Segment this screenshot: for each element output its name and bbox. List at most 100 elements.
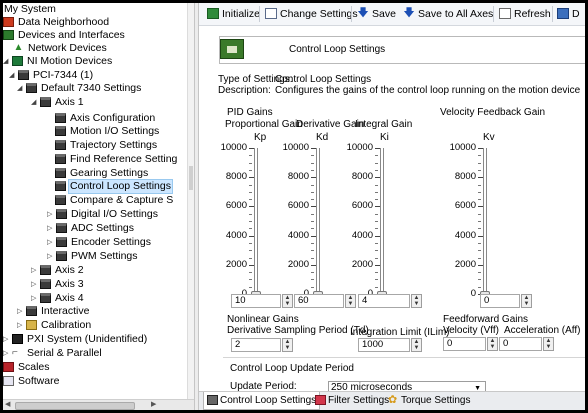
integration-limit-value[interactable]: 1000 bbox=[358, 338, 410, 352]
collapse-arrow-icon[interactable]: ◢ bbox=[3, 55, 12, 68]
acceleration-ff-value[interactable]: 0 bbox=[499, 337, 542, 351]
expand-arrow-icon[interactable]: ▷ bbox=[3, 333, 12, 346]
expand-arrow-icon[interactable]: ▷ bbox=[47, 222, 56, 235]
tree-horizontal-scrollbar[interactable]: ◀ ▶ bbox=[3, 399, 194, 410]
integration-limit-input[interactable]: 1000 ▲ ▼ bbox=[358, 338, 422, 352]
acceleration-ff-input[interactable]: 0 ▲ ▼ bbox=[499, 337, 554, 351]
tree-item[interactable]: Find Reference Setting bbox=[55, 153, 178, 166]
kp-slider[interactable]: 1000080006000400020000 bbox=[211, 143, 273, 309]
derivative-sampling-stepper[interactable]: ▲ ▼ bbox=[282, 338, 293, 352]
kv-input[interactable]: 0 ▲ ▼ bbox=[480, 294, 532, 308]
expand-arrow-icon[interactable]: ▷ bbox=[17, 319, 26, 332]
kp-stepper[interactable]: ▲ ▼ bbox=[282, 294, 293, 308]
ki-stepper[interactable]: ▲ ▼ bbox=[411, 294, 422, 308]
derivative-sampling-value[interactable]: 2 bbox=[231, 338, 281, 352]
tree-item[interactable]: Axis Configuration bbox=[55, 112, 156, 125]
tree-item[interactable]: ◢ PCI-7344 (1) bbox=[9, 69, 94, 82]
velocity-ff-input[interactable]: 0 ▲ ▼ bbox=[443, 337, 498, 351]
integration-limit-stepper[interactable]: ▲ ▼ bbox=[411, 338, 422, 352]
kd-input[interactable]: 60 ▲ ▼ bbox=[294, 294, 356, 308]
board-icon bbox=[55, 195, 66, 205]
collapse-arrow-icon[interactable]: ◢ bbox=[17, 82, 26, 95]
tree-item[interactable]: ▷ Axis 2 bbox=[31, 264, 85, 277]
tree-item[interactable]: ▲ Network Devices bbox=[13, 42, 108, 55]
tree-item[interactable]: Gearing Settings bbox=[55, 167, 149, 180]
tree-item[interactable]: Software bbox=[3, 375, 60, 388]
tree-item[interactable]: ◢ Axis 1 bbox=[31, 96, 85, 109]
tree-item[interactable]: ▷ Encoder Settings bbox=[47, 236, 152, 249]
expand-arrow-icon[interactable]: ▷ bbox=[31, 292, 40, 305]
tree-item-label: Calibration bbox=[41, 319, 92, 331]
tab-torque-settings[interactable]: ✿ Torque Settings bbox=[385, 392, 474, 410]
tree-item[interactable]: Control Loop Settings bbox=[55, 179, 173, 194]
expand-arrow-icon[interactable]: ▷ bbox=[17, 305, 26, 318]
expand-arrow-icon[interactable]: ▷ bbox=[47, 236, 56, 249]
tab-control-loop-settings[interactable]: Control Loop Settings bbox=[203, 392, 321, 410]
kv-stepper[interactable]: ▲ ▼ bbox=[521, 294, 532, 308]
slider-track[interactable] bbox=[257, 148, 258, 296]
derivative-sampling-input[interactable]: 2 ▲ ▼ bbox=[231, 338, 293, 352]
slider-track[interactable] bbox=[486, 148, 487, 296]
slider-tick-label: 4000 bbox=[454, 229, 476, 241]
save-button[interactable]: 🡇 Save bbox=[357, 6, 396, 22]
expand-arrow-icon[interactable]: ▷ bbox=[3, 347, 12, 360]
expand-arrow-icon[interactable]: ▷ bbox=[47, 208, 56, 221]
tree-item[interactable]: Data Neighborhood bbox=[3, 16, 110, 29]
tree-item[interactable]: My System bbox=[3, 3, 57, 16]
ki-value[interactable]: 4 bbox=[358, 294, 410, 308]
acceleration-ff-stepper[interactable]: ▲ ▼ bbox=[543, 337, 554, 351]
collapse-arrow-icon[interactable]: ◢ bbox=[31, 96, 40, 109]
velocity-ff-stepper[interactable]: ▲ ▼ bbox=[487, 337, 498, 351]
change-settings-button[interactable]: Change Settings bbox=[265, 6, 358, 22]
tree-item[interactable]: Devices and Interfaces bbox=[3, 29, 126, 42]
slider-minor-tick bbox=[249, 169, 252, 171]
tree-item[interactable]: ▷ Axis 3 bbox=[31, 278, 85, 291]
scales-icon bbox=[3, 362, 14, 372]
toolbar-overflow-button[interactable]: D bbox=[557, 6, 580, 22]
tree-item[interactable]: ▷ ⌐ Serial & Parallel bbox=[3, 347, 103, 360]
kp-input[interactable]: 10 ▲ ▼ bbox=[231, 294, 293, 308]
tree-item[interactable]: ▷ PXI System (Unidentified) bbox=[3, 333, 148, 346]
slider-minor-tick bbox=[249, 162, 252, 164]
tab-filter-settings[interactable]: Filter Settings bbox=[312, 392, 392, 410]
tree-item[interactable]: ▷ Digital I/O Settings bbox=[47, 208, 159, 221]
velocity-ff-value[interactable]: 0 bbox=[443, 337, 486, 351]
board-icon bbox=[55, 168, 66, 178]
tree-item[interactable]: ▷ ADC Settings bbox=[47, 222, 135, 235]
save-to-all-axes-button[interactable]: 🡇 Save to All Axes bbox=[403, 6, 493, 22]
tree-item[interactable]: Motion I/O Settings bbox=[55, 125, 160, 138]
scroll-left-icon[interactable]: ◀ bbox=[5, 400, 10, 408]
tree-item[interactable]: ▷ Axis 4 bbox=[31, 292, 85, 305]
ki-input[interactable]: 4 ▲ ▼ bbox=[358, 294, 422, 308]
slider-track[interactable] bbox=[254, 148, 255, 296]
tree-item[interactable]: ◢ NI Motion Devices bbox=[3, 55, 113, 68]
tree-scroll-thumb[interactable] bbox=[15, 402, 135, 410]
slider-track[interactable] bbox=[319, 148, 320, 296]
slider-track[interactable] bbox=[380, 148, 381, 296]
tree-item[interactable]: ▷ PWM Settings bbox=[47, 250, 139, 263]
expand-arrow-icon[interactable]: ▷ bbox=[47, 250, 56, 263]
tree-item[interactable]: ◢ Default 7340 Settings bbox=[17, 82, 142, 95]
collapse-arrow-icon[interactable]: ◢ bbox=[9, 69, 18, 82]
tree-item[interactable]: Trajectory Settings bbox=[55, 139, 158, 152]
tree-item[interactable]: Compare & Capture S bbox=[55, 194, 174, 207]
slider-track[interactable] bbox=[316, 148, 317, 296]
kv-slider[interactable]: 10000 8000 6000 4000 2000 0 bbox=[440, 143, 502, 309]
ki-slider[interactable]: 1000080006000400020000 bbox=[337, 143, 399, 309]
tree-scroll-grip[interactable] bbox=[189, 166, 193, 190]
kd-slider[interactable]: 1000080006000400020000 bbox=[273, 143, 335, 309]
kp-value[interactable]: 10 bbox=[231, 294, 281, 308]
refresh-button[interactable]: Refresh bbox=[499, 6, 551, 22]
scroll-right-icon[interactable]: ▶ bbox=[151, 400, 156, 408]
slider-track[interactable] bbox=[383, 148, 384, 296]
tree-item[interactable]: ▷ Interactive bbox=[17, 305, 90, 318]
tree-item[interactable]: Scales bbox=[3, 361, 51, 374]
kd-value[interactable]: 60 bbox=[294, 294, 344, 308]
expand-arrow-icon[interactable]: ▷ bbox=[31, 264, 40, 277]
expand-arrow-icon[interactable]: ▷ bbox=[31, 278, 40, 291]
slider-track[interactable] bbox=[483, 148, 484, 296]
kv-value[interactable]: 0 bbox=[480, 294, 520, 308]
initialize-button[interactable]: Initialize bbox=[207, 6, 260, 22]
kd-stepper[interactable]: ▲ ▼ bbox=[345, 294, 356, 308]
tree-item[interactable]: ▷ Calibration bbox=[17, 319, 92, 332]
